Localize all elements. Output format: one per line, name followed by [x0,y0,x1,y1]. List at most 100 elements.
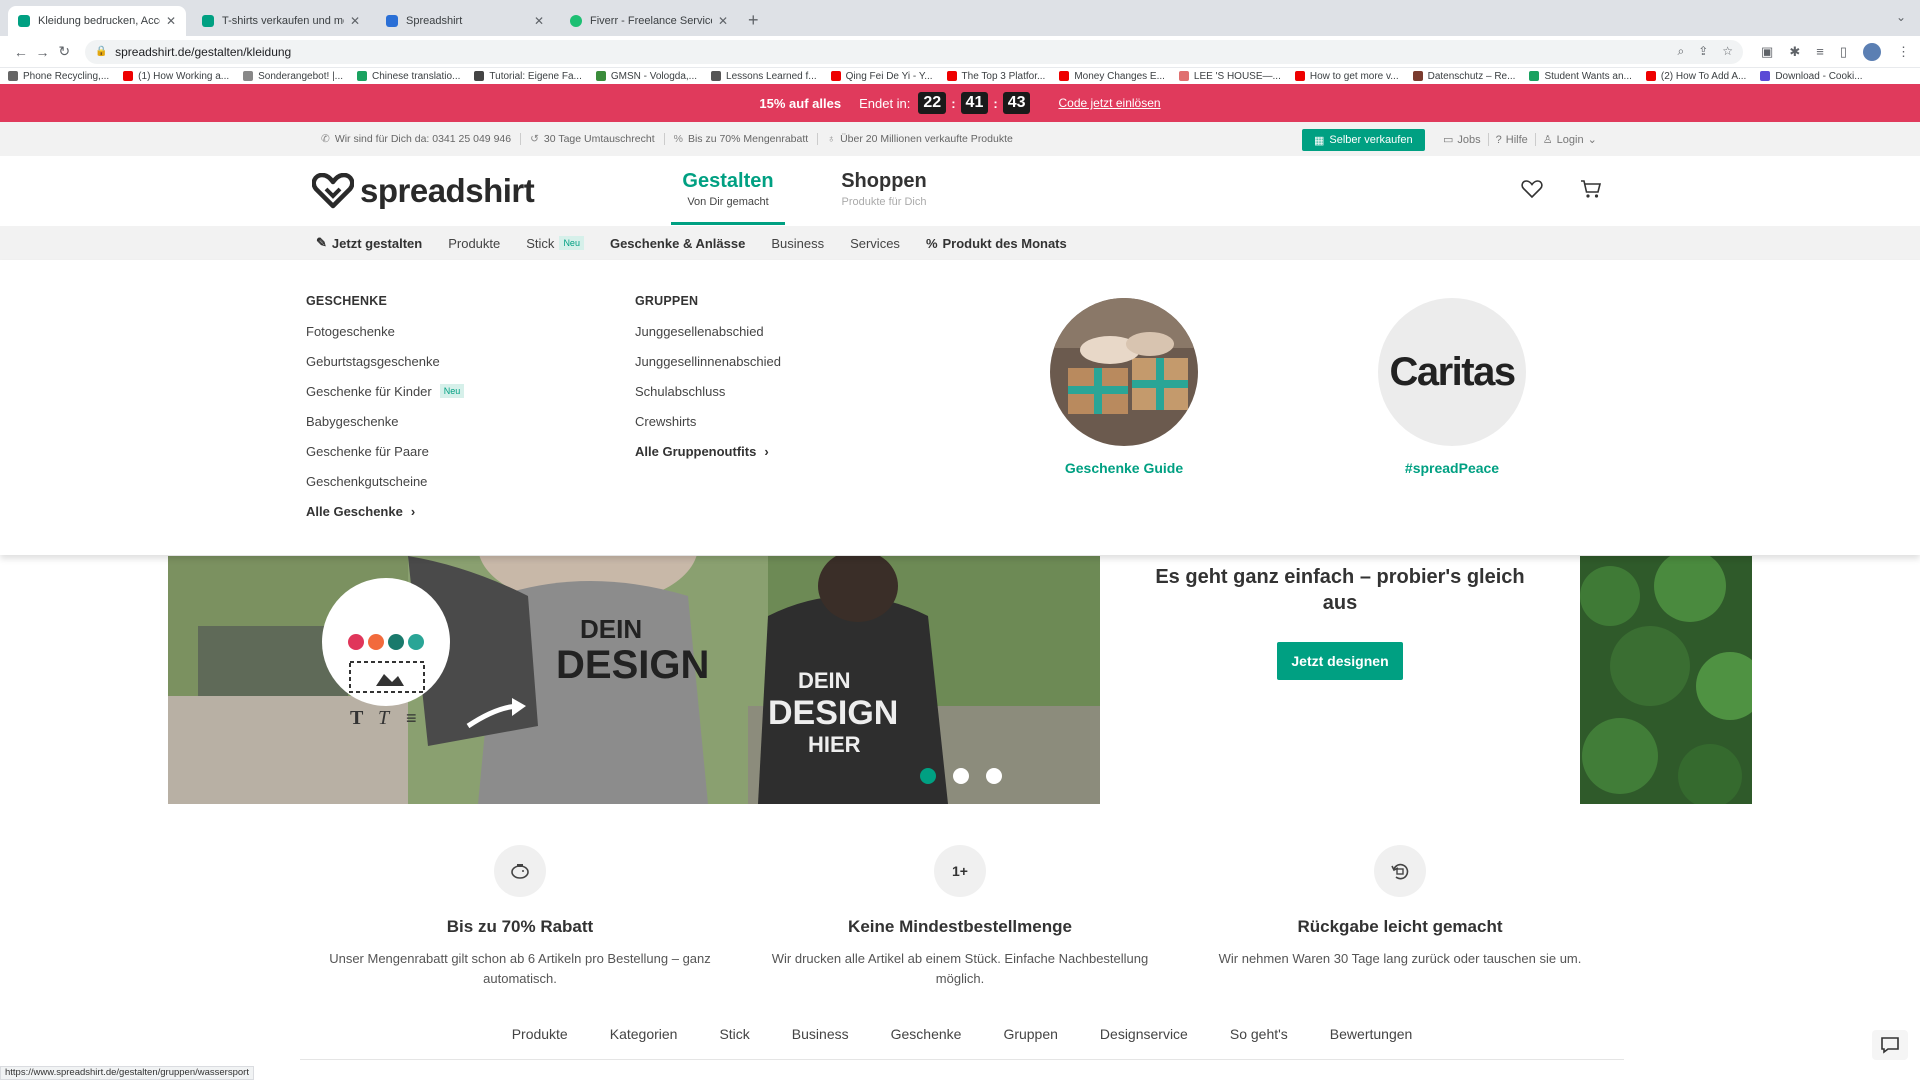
bookmark-favicon-icon [474,71,485,81]
hero-headline: Es geht ganz einfach – probier's gleich … [1155,566,1525,614]
active-tab-underline [671,222,785,225]
design-now-button[interactable]: Jetzt designen [1277,642,1403,680]
user-icon: ♙ [1542,134,1553,146]
section-nav-designservice[interactable]: Designservice [1079,1026,1209,1059]
tab-close-icon[interactable]: ✕ [166,14,176,28]
nav-label: Produkt des Monats [942,235,1067,251]
tab-search-chevron-icon[interactable]: ⌄ [1896,10,1906,24]
chat-icon[interactable] [1872,1030,1908,1060]
spreadshirt-logo[interactable]: spreadshirt [312,172,535,210]
bookmark-item[interactable]: LEE 'S HOUSE—... [1178,71,1281,82]
bookmark-item[interactable]: Money Changes E... [1059,71,1165,82]
bookmark-item[interactable]: Sonderangebot! |... [243,71,343,82]
menu-item-schulabschluss[interactable]: Schulabschluss [635,384,781,414]
bookmark-item[interactable]: How to get more v... [1294,71,1399,82]
jobs-link[interactable]: ▭ Jobs [1436,133,1489,146]
section-nav: Produkte Kategorien Stick Business Gesch… [300,1026,1624,1060]
menu-item-crewshirts[interactable]: Crewshirts [635,414,781,444]
menu-item-geschenke-kinder[interactable]: Geschenke für Kinder Neu [306,384,465,414]
zoom-icon[interactable]: ⌕ [1677,44,1684,59]
tab-close-icon[interactable]: ✕ [534,14,544,28]
bookmark-item[interactable]: Lessons Learned f... [711,71,817,82]
tab-close-icon[interactable]: ✕ [718,14,728,28]
forward-icon[interactable]: → [32,44,54,60]
bookmark-item[interactable]: Download - Cooki... [1760,71,1863,82]
help-link[interactable]: ? Hilfe [1489,133,1536,146]
sell-yourself-button[interactable]: ▦ Selber verkaufen [1302,129,1425,151]
nav-jetzt-gestalten[interactable]: ✎ Jetzt gestalten [316,235,422,251]
section-nav-kategorien[interactable]: Kategorien [589,1026,699,1059]
nav-services[interactable]: Services [850,235,900,251]
bookmark-item[interactable]: GMSN - Vologda,... [595,71,697,82]
menu-item-alle-gruppenoutfits[interactable]: Alle Gruppenoutfits › [635,444,781,474]
nav-produkte[interactable]: Produkte [448,235,500,251]
address-bar[interactable]: 🔒 spreadshirt.de/gestalten/kleidung ⌕ ⇪ … [85,39,1744,64]
menu-item-fotogeschenke[interactable]: Fotogeschenke [306,324,464,354]
carousel-dot-2[interactable] [953,768,969,784]
puzzle-extensions-icon[interactable]: ✱ [1789,44,1800,60]
section-nav-gruppen[interactable]: Gruppen [982,1026,1078,1059]
bookmark-item[interactable]: Qing Fei De Yi - Y... [830,71,933,82]
bookmark-item[interactable]: (2) How To Add A... [1645,71,1746,82]
gift-guide-card[interactable]: Geschenke Guide [1049,298,1199,476]
menu-item-label: Alle Geschenke [306,504,403,519]
bookmark-star-icon[interactable]: ☆ [1722,44,1733,59]
bookmark-item[interactable]: Tutorial: Eigene Fa... [474,71,582,82]
bookmark-item[interactable]: Phone Recycling,... [8,71,109,82]
share-icon[interactable]: ⇪ [1698,44,1708,59]
nav-geschenke[interactable]: Geschenke & Anlässe [610,235,745,251]
countdown-seconds: 43 [1002,92,1031,114]
usp-text: Über 20 Millionen verkaufte Produkte [840,133,1013,145]
section-nav-business[interactable]: Business [771,1026,870,1059]
login-link[interactable]: ♙ Login ⌄ [1536,133,1604,147]
browser-tab-2[interactable]: T-shirts verkaufen und merch ✕ [192,6,370,36]
help-label: Hilfe [1505,133,1528,146]
bookmark-item[interactable]: The Top 3 Platfor... [946,71,1045,82]
browser-tab-4[interactable]: Fiverr - Freelance Services Ma ✕ [560,6,738,36]
section-nav-geschenke[interactable]: Geschenke [870,1026,983,1059]
nav-label: Geschenke & Anlässe [609,235,746,251]
profile-avatar[interactable] [1862,42,1881,61]
bookmark-item[interactable]: Chinese translatio... [357,71,460,82]
back-icon[interactable]: ← [10,44,32,60]
section-nav-stick[interactable]: Stick [698,1026,770,1059]
nav-produkt-des-monats[interactable]: % Produkt des Monats [926,235,1067,251]
menu-item-junggesellenabschied[interactable]: Junggesellenabschied [635,324,781,354]
tab-gestalten[interactable]: Gestalten Von Dir gemacht [671,170,785,225]
section-nav-produkte[interactable]: Produkte [491,1026,589,1059]
browser-tab-1[interactable]: Kleidung bedrucken, Accessoires ✕ [8,6,186,36]
browser-toolbar: ← → ↻ 🔒 spreadshirt.de/gestalten/kleidun… [0,36,1920,68]
carousel-dot-3[interactable] [986,768,1002,784]
menu-kebab-icon[interactable]: ⋮ [1897,44,1910,60]
wishlist-heart-icon[interactable] [1521,179,1543,199]
menu-item-geburtstagsgeschenke[interactable]: Geburtstagsgeschenke [306,354,464,384]
section-nav-so-gehts[interactable]: So geht's [1209,1026,1309,1059]
carousel-dot-1[interactable] [920,768,936,784]
bookmark-favicon-icon [357,71,368,81]
side-panel-icon[interactable]: ▯ [1840,44,1847,60]
new-tab-icon[interactable]: + [748,10,759,31]
cart-icon[interactable] [1580,179,1602,199]
menu-item-alle-geschenke[interactable]: Alle Geschenke › [306,504,464,534]
section-nav-bewertungen[interactable]: Bewertungen [1309,1026,1434,1059]
menu-item-geschenke-paare[interactable]: Geschenke für Paare [306,444,464,474]
menu-item-junggesellinnenabschied[interactable]: Junggesellinnenabschied [635,354,781,384]
bookmark-label: Phone Recycling,... [23,70,110,82]
extension-icon[interactable]: ▣ [1761,44,1773,60]
spread-peace-card[interactable]: Caritas #spreadPeace [1377,298,1527,476]
browser-tab-3[interactable]: Spreadshirt ✕ [376,6,554,36]
nav-business[interactable]: Business [771,235,824,251]
menu-item-babygeschenke[interactable]: Babygeschenke [306,414,464,444]
bookmark-item[interactable]: Datenschutz – Re... [1412,71,1515,82]
bookmark-favicon-icon [1529,71,1540,81]
bookmark-label: Money Changes E... [1074,70,1165,82]
reload-icon[interactable]: ↻ [53,43,75,60]
bookmark-item[interactable]: (1) How Working a... [123,71,229,82]
tab-close-icon[interactable]: ✕ [350,14,360,28]
redeem-code-link[interactable]: Code jetzt einlösen [1058,96,1160,110]
tab-shoppen[interactable]: Shoppen Produkte für Dich [832,170,936,208]
reading-list-icon[interactable]: ≡ [1816,44,1824,59]
menu-item-geschenkgutscheine[interactable]: Geschenkgutscheine [306,474,464,504]
bookmark-item[interactable]: Student Wants an... [1529,71,1632,82]
nav-stick[interactable]: Stick Neu [526,235,584,251]
